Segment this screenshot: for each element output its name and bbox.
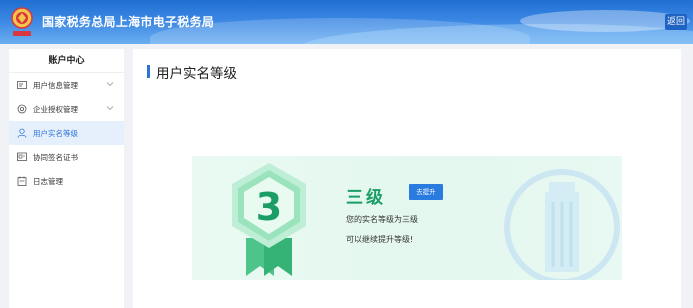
top-header: 国家税务总局上海市电子税务局 返回 <box>0 0 693 44</box>
level-note: 可以继续提升等级! <box>346 235 414 244</box>
page-title: 用户实名等级 <box>147 62 237 82</box>
level-card: 3 三级 去提升 您的实名等级为三级 可以继续提升等级! <box>192 156 622 280</box>
level-title: 三级 <box>346 188 386 208</box>
sidebar-item-cosign-certificate[interactable]: 协同签名证书 <box>9 145 124 169</box>
sidebar: 账户中心 用户信息管理 企业授权管理 用户实名等级 协同签名证书 日志管理 <box>9 49 124 308</box>
sidebar-item-label: 用户实名等级 <box>33 128 78 138</box>
certificate-icon <box>17 152 27 161</box>
level-badge-icon: 3 <box>232 163 306 276</box>
building-watermark-icon <box>504 169 620 280</box>
chevron-down-icon <box>106 82 114 87</box>
sidebar-item-label: 日志管理 <box>33 176 63 186</box>
tax-emblem-icon <box>11 7 33 36</box>
chevron-down-icon <box>106 106 114 111</box>
sidebar-item-enterprise-auth[interactable]: 企业授权管理 <box>9 97 124 121</box>
auth-icon <box>17 104 27 114</box>
sidebar-item-label: 企业授权管理 <box>33 104 78 114</box>
sidebar-item-label: 用户信息管理 <box>33 80 78 90</box>
sidebar-title: 账户中心 <box>9 49 124 73</box>
level-description: 您的实名等级为三级 <box>346 215 418 224</box>
user-info-icon <box>17 81 27 89</box>
log-icon <box>17 176 27 186</box>
main-panel: 用户实名等级 3 三级 去提升 您的实名等级为三级 可以继续提升等级! <box>133 49 681 308</box>
sidebar-item-user-info[interactable]: 用户信息管理 <box>9 73 124 97</box>
badge-number: 3 <box>256 185 282 229</box>
sidebar-item-real-name-level[interactable]: 用户实名等级 <box>9 121 124 145</box>
site-title: 国家税务总局上海市电子税务局 <box>42 15 215 29</box>
sidebar-item-label: 协同签名证书 <box>33 152 78 162</box>
sidebar-item-log-management[interactable]: 日志管理 <box>9 169 124 193</box>
upgrade-button[interactable]: 去提升 <box>409 184 443 200</box>
person-icon <box>17 128 27 138</box>
back-button[interactable]: 返回 <box>665 14 687 30</box>
